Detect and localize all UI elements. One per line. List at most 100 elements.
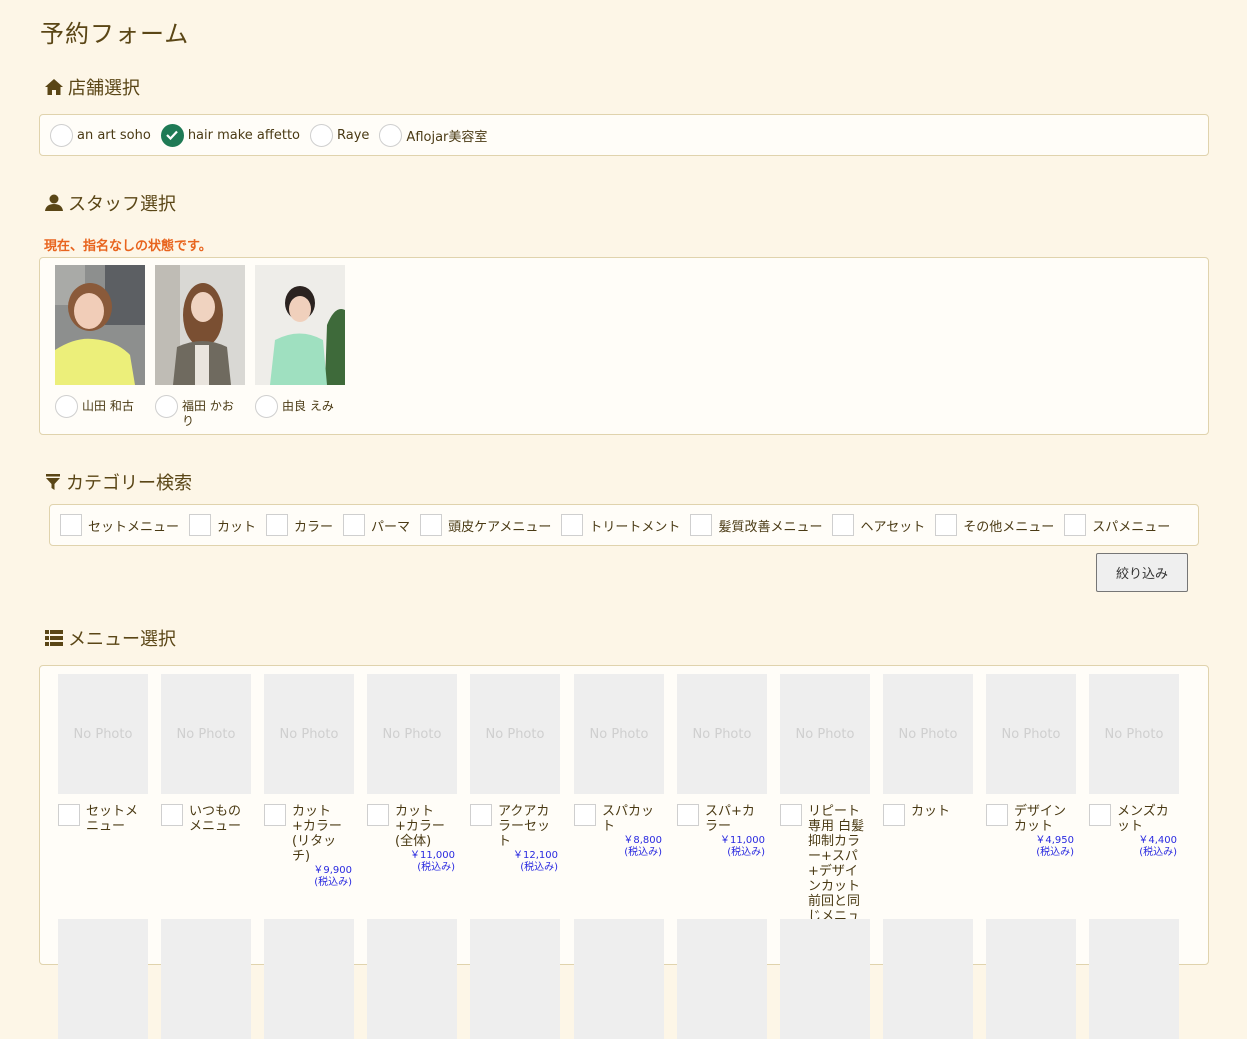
- tax-note: (税込み): [1139, 847, 1177, 858]
- category-checkbox[interactable]: [690, 514, 713, 536]
- category-checkbox[interactable]: [420, 514, 443, 536]
- menu-item[interactable]: [883, 919, 973, 1039]
- category-checkbox[interactable]: [60, 514, 82, 536]
- menu-item[interactable]: [677, 919, 767, 1039]
- menu-checkbox[interactable]: [264, 804, 286, 826]
- menu-photo-placeholder[interactable]: No Photo: [883, 674, 973, 794]
- menu-item[interactable]: [470, 919, 560, 1039]
- category-checkbox[interactable]: [832, 514, 855, 536]
- menu-photo-placeholder[interactable]: No Photo: [986, 674, 1076, 794]
- menu-checkbox[interactable]: [470, 804, 492, 826]
- menu-checkbox[interactable]: [161, 804, 183, 826]
- menu-checkbox[interactable]: [677, 804, 699, 826]
- menu-photo-placeholder[interactable]: No Photo: [1089, 674, 1179, 794]
- staff-photo-yura[interactable]: [255, 265, 345, 385]
- staff-radio[interactable]: [255, 395, 278, 418]
- staff-card[interactable]: 山田 和古: [55, 265, 145, 418]
- category-checkbox[interactable]: [343, 514, 366, 536]
- staff-card[interactable]: 福田 かおり: [155, 265, 245, 429]
- category-option[interactable]: ヘアセット: [832, 514, 925, 536]
- menu-photo-placeholder[interactable]: [367, 919, 457, 1039]
- menu-item[interactable]: No Photo リピート専用 白髪抑制カラー+スパ+デザインカット前回と同じメニ…: [780, 674, 870, 939]
- staff-card[interactable]: 由良 えみ: [255, 265, 345, 418]
- menu-photo-placeholder[interactable]: [58, 919, 148, 1039]
- category-option[interactable]: トリートメント: [561, 514, 680, 536]
- menu-item[interactable]: No Photo カット: [883, 674, 973, 826]
- menu-item[interactable]: No Photo メンズカット ￥4,400 (税込み): [1089, 674, 1179, 859]
- filter-button[interactable]: 絞り込み: [1096, 553, 1188, 592]
- menu-item[interactable]: [367, 919, 457, 1039]
- category-checkbox[interactable]: [189, 514, 212, 536]
- menu-item[interactable]: [780, 919, 870, 1039]
- menu-item[interactable]: [161, 919, 251, 1039]
- menu-item[interactable]: [986, 919, 1076, 1039]
- category-checkbox[interactable]: [935, 514, 958, 536]
- category-checkbox[interactable]: [561, 514, 584, 536]
- menu-price: ￥11,000 (税込み): [677, 835, 767, 859]
- menu-photo-placeholder[interactable]: No Photo: [367, 674, 457, 794]
- menu-photo-placeholder[interactable]: No Photo: [58, 674, 148, 794]
- category-option[interactable]: カラー: [266, 514, 333, 536]
- store-section-heading: 店舗選択: [44, 74, 140, 100]
- menu-checkbox[interactable]: [1089, 804, 1111, 826]
- menu-price: ￥4,950 (税込み): [986, 835, 1076, 859]
- menu-item[interactable]: No Photo アクアカラーセット ￥12,100 (税込み): [470, 674, 560, 874]
- category-option[interactable]: その他メニュー: [935, 514, 1054, 536]
- store-radio[interactable]: [310, 123, 334, 147]
- category-option[interactable]: 髪質改善メニュー: [690, 514, 822, 536]
- menu-checkbox[interactable]: [986, 804, 1008, 826]
- menu-item[interactable]: No Photo スパ+カラー ￥11,000 (税込み): [677, 674, 767, 859]
- store-option[interactable]: an art soho: [50, 123, 151, 147]
- menu-checkbox[interactable]: [574, 804, 596, 826]
- menu-photo-placeholder[interactable]: [574, 919, 664, 1039]
- menu-photo-placeholder[interactable]: No Photo: [780, 674, 870, 794]
- store-radio[interactable]: [50, 123, 73, 147]
- category-option[interactable]: セットメニュー: [60, 514, 179, 536]
- store-option[interactable]: Aflojar美容室: [379, 123, 488, 147]
- menu-checkbox[interactable]: [883, 804, 905, 826]
- category-option[interactable]: スパメニュー: [1064, 514, 1170, 536]
- store-option-label: Aflojar美容室: [406, 129, 488, 145]
- category-checkbox[interactable]: [266, 514, 289, 536]
- menu-checkbox[interactable]: [780, 804, 802, 826]
- menu-photo-placeholder[interactable]: No Photo: [470, 674, 560, 794]
- store-radio-checked[interactable]: [160, 123, 184, 147]
- menu-photo-placeholder[interactable]: No Photo: [677, 674, 767, 794]
- menu-item[interactable]: [574, 919, 664, 1039]
- menu-photo-placeholder[interactable]: [677, 919, 767, 1039]
- menu-name: いつものメニュー: [189, 804, 242, 834]
- menu-photo-placeholder[interactable]: [470, 919, 560, 1039]
- menu-item[interactable]: [58, 919, 148, 1039]
- staff-radio[interactable]: [155, 395, 178, 418]
- menu-item[interactable]: No Photo カット+カラー(リタッチ) ￥9,900 (税込み): [264, 674, 354, 889]
- category-checkbox[interactable]: [1064, 514, 1087, 536]
- menu-photo-placeholder[interactable]: No Photo: [161, 674, 251, 794]
- category-option[interactable]: パーマ: [343, 514, 410, 536]
- menu-item[interactable]: No Photo デザインカット ￥4,950 (税込み): [986, 674, 1076, 859]
- menu-photo-placeholder[interactable]: [883, 919, 973, 1039]
- menu-photo-placeholder[interactable]: [264, 919, 354, 1039]
- menu-item[interactable]: [264, 919, 354, 1039]
- menu-photo-placeholder[interactable]: [780, 919, 870, 1039]
- staff-photo-fukuda[interactable]: [155, 265, 245, 385]
- menu-photo-placeholder[interactable]: No Photo: [574, 674, 664, 794]
- category-option[interactable]: カット: [189, 514, 256, 536]
- staff-photo-yamada[interactable]: [55, 265, 145, 385]
- store-option[interactable]: hair make affetto: [160, 123, 300, 147]
- store-option[interactable]: Raye: [310, 123, 369, 147]
- menu-item[interactable]: No Photo セットメニュー: [58, 674, 148, 834]
- staff-name: 山田 和古: [82, 399, 134, 413]
- menu-photo-placeholder[interactable]: [161, 919, 251, 1039]
- menu-item[interactable]: No Photo カット+カラー(全体) ￥11,000 (税込み): [367, 674, 457, 874]
- menu-photo-placeholder[interactable]: No Photo: [264, 674, 354, 794]
- menu-photo-placeholder[interactable]: [986, 919, 1076, 1039]
- menu-checkbox[interactable]: [367, 804, 389, 826]
- menu-item[interactable]: [1089, 919, 1179, 1039]
- menu-item[interactable]: No Photo いつものメニュー: [161, 674, 251, 834]
- staff-radio[interactable]: [55, 395, 78, 418]
- store-radio[interactable]: [379, 123, 403, 147]
- category-option[interactable]: 頭皮ケアメニュー: [420, 514, 551, 536]
- menu-photo-placeholder[interactable]: [1089, 919, 1179, 1039]
- menu-item[interactable]: No Photo スパカット ￥8,800 (税込み): [574, 674, 664, 859]
- menu-checkbox[interactable]: [58, 804, 80, 826]
